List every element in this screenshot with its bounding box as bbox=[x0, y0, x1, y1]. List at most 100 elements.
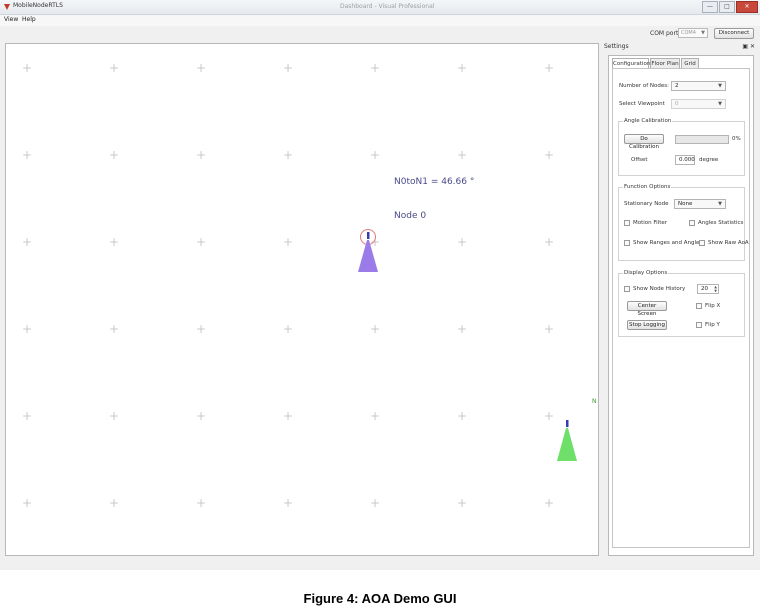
number-of-nodes-value: 2 bbox=[675, 83, 679, 89]
show-raw-aoa-label: Show Raw AoA bbox=[708, 240, 749, 246]
offset-input[interactable]: 0.000 bbox=[675, 155, 695, 165]
grid-marker: + bbox=[456, 61, 468, 75]
number-of-nodes-label: Number of Nodes: bbox=[619, 83, 669, 89]
calibration-progress-bar bbox=[675, 135, 729, 144]
grid-marker: + bbox=[21, 148, 33, 162]
grid-marker: + bbox=[195, 409, 207, 423]
grid-marker: + bbox=[456, 148, 468, 162]
flip-x-label: Flip X bbox=[705, 303, 721, 309]
menu-help[interactable]: Help bbox=[22, 16, 36, 23]
tab-grid[interactable]: Grid bbox=[681, 58, 699, 68]
calibration-progress-text: 0% bbox=[732, 136, 741, 142]
chevron-down-icon: ▼ bbox=[701, 30, 705, 36]
grid-marker: + bbox=[108, 148, 120, 162]
node-0-label: Node 0 bbox=[394, 211, 427, 221]
chevron-down-icon: ▼ bbox=[718, 101, 722, 107]
grid-marker: + bbox=[282, 235, 294, 249]
grid-marker: + bbox=[21, 409, 33, 423]
flip-y-checkbox[interactable] bbox=[696, 322, 702, 328]
title-bar: MobileNodeRTLS Dashboard - Visual Profes… bbox=[0, 0, 760, 15]
grid-marker: + bbox=[543, 496, 555, 510]
flip-y-label: Flip Y bbox=[705, 322, 720, 328]
grid-marker: + bbox=[456, 496, 468, 510]
dock-title-bar: Settings ▣ ✕ bbox=[604, 43, 757, 53]
motion-filter-label: Motion Filter bbox=[633, 220, 668, 226]
app-icon bbox=[4, 4, 10, 10]
stop-logging-button[interactable]: Stop Logging bbox=[627, 320, 667, 330]
grid-marker: + bbox=[195, 235, 207, 249]
stationary-node-value: None bbox=[678, 201, 693, 207]
tab-floor-plan[interactable]: Floor Plan bbox=[650, 58, 680, 68]
function-options-group: Function Options Stationary Node None ▼ … bbox=[618, 184, 749, 261]
figure-caption: Figure 4: AOA Demo GUI bbox=[303, 591, 457, 606]
number-of-nodes-select[interactable]: 2 ▼ bbox=[671, 81, 726, 91]
position-canvas[interactable]: + + + + + + + + + + + + + + + + + + + + + + + + + + + + + + + + + + + + + + + +… bbox=[5, 43, 599, 556]
show-node-history-checkbox[interactable] bbox=[624, 286, 630, 292]
do-calibration-button[interactable]: Do Calibration bbox=[624, 134, 664, 150]
disconnect-button[interactable]: Disconnect bbox=[714, 28, 754, 39]
connection-toolbar: COM port COM4 ▼ Disconnect bbox=[0, 27, 760, 41]
grid-marker: + bbox=[21, 496, 33, 510]
grid-marker: + bbox=[108, 235, 120, 249]
grid-marker: + bbox=[369, 148, 381, 162]
grid-marker: + bbox=[195, 322, 207, 336]
menu-view[interactable]: View bbox=[4, 16, 18, 23]
node-0-cone bbox=[358, 240, 378, 272]
menu-bar: View Help bbox=[0, 15, 760, 26]
grid-marker: + bbox=[108, 61, 120, 75]
function-options-title: Function Options bbox=[623, 184, 672, 190]
minimize-button[interactable]: — bbox=[702, 1, 718, 13]
grid-marker: + bbox=[369, 61, 381, 75]
spin-arrows-icon[interactable]: ▲ ▼ bbox=[714, 285, 717, 293]
grid-marker: + bbox=[21, 61, 33, 75]
com-port-value: COM4 bbox=[681, 30, 696, 36]
grid-marker: + bbox=[543, 409, 555, 423]
display-options-group: Display Options Show Node History 20 ▲ ▼ … bbox=[618, 270, 745, 337]
node-1-heading bbox=[566, 420, 569, 427]
window-controls: — □ ✕ bbox=[702, 1, 758, 13]
grid-marker: + bbox=[21, 322, 33, 336]
grid-marker: + bbox=[456, 322, 468, 336]
node-0-marker[interactable] bbox=[356, 227, 380, 273]
grid-marker: + bbox=[282, 409, 294, 423]
com-port-select[interactable]: COM4 ▼ bbox=[678, 28, 708, 38]
node-history-value: 20 bbox=[701, 286, 708, 292]
grid-marker: + bbox=[282, 148, 294, 162]
grid-marker: + bbox=[195, 496, 207, 510]
node-0-heading bbox=[367, 232, 370, 239]
grid-marker: + bbox=[543, 148, 555, 162]
stationary-node-select[interactable]: None ▼ bbox=[674, 199, 726, 209]
angle-calibration-title: Angle Calibration bbox=[623, 118, 673, 124]
grid-marker: + bbox=[543, 235, 555, 249]
angles-statistics-checkbox[interactable] bbox=[689, 220, 695, 226]
dock-controls[interactable]: ▣ ✕ bbox=[742, 43, 755, 50]
settings-panel: Configuration Floor Plan Grid Number of … bbox=[608, 55, 754, 556]
configuration-panel: Number of Nodes: 2 ▼ Select Viewpoint 0 … bbox=[612, 68, 750, 548]
grid-marker: + bbox=[369, 496, 381, 510]
grid-marker: + bbox=[543, 322, 555, 336]
dock-title: Settings bbox=[604, 43, 629, 50]
show-ranges-checkbox[interactable] bbox=[624, 240, 630, 246]
select-viewpoint-select[interactable]: 0 ▼ bbox=[671, 99, 726, 109]
chevron-down-icon: ▼ bbox=[718, 201, 722, 207]
node-history-spinbox[interactable]: 20 ▲ ▼ bbox=[697, 284, 719, 294]
bearing-label: N0toN1 = 46.66 ° bbox=[394, 177, 475, 187]
grid-marker: + bbox=[108, 409, 120, 423]
maximize-button[interactable]: □ bbox=[719, 1, 735, 13]
flip-x-checkbox[interactable] bbox=[696, 303, 702, 309]
grid-marker: + bbox=[108, 496, 120, 510]
grid-marker: + bbox=[282, 322, 294, 336]
close-button[interactable]: ✕ bbox=[736, 1, 758, 13]
offset-unit: degree bbox=[699, 157, 719, 163]
grid-marker: + bbox=[195, 61, 207, 75]
chevron-down-icon: ▼ bbox=[718, 83, 722, 89]
angles-statistics-label: Angles Statistics bbox=[698, 220, 744, 226]
node-1-cone bbox=[557, 428, 577, 461]
center-screen-button[interactable]: Center Screen bbox=[627, 301, 667, 317]
node-1-marker[interactable] bbox=[555, 418, 579, 464]
offset-label: Offset bbox=[631, 157, 648, 163]
grid-marker: + bbox=[108, 322, 120, 336]
motion-filter-checkbox[interactable] bbox=[624, 220, 630, 226]
grid-marker: + bbox=[456, 235, 468, 249]
show-raw-aoa-checkbox[interactable] bbox=[699, 240, 705, 246]
